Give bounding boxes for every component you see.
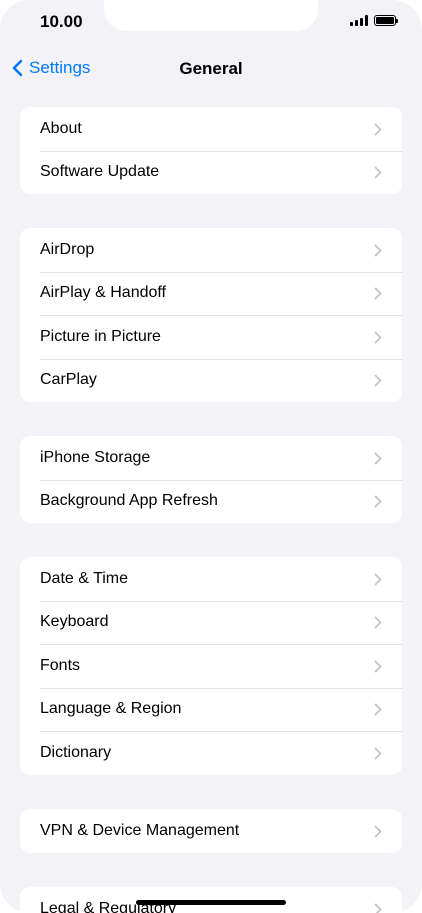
status-time: 10.00 bbox=[40, 12, 83, 31]
settings-row-label: CarPlay bbox=[40, 371, 97, 389]
settings-group: About Software Update bbox=[20, 107, 402, 194]
chevron-right-icon bbox=[374, 166, 382, 179]
chevron-right-icon bbox=[374, 331, 382, 344]
notch bbox=[104, 0, 318, 31]
settings-row[interactable]: Picture in Picture bbox=[20, 315, 402, 359]
settings-row[interactable]: Software Update bbox=[20, 150, 402, 195]
settings-row-label: About bbox=[40, 119, 82, 137]
settings-row-label: iPhone Storage bbox=[40, 448, 151, 466]
status-icons bbox=[350, 15, 398, 26]
settings-row[interactable]: About bbox=[20, 107, 402, 151]
settings-row[interactable]: Dictionary bbox=[20, 731, 402, 775]
settings-group: AirDrop AirPlay & Handoff Picture in Pictu… bbox=[20, 228, 402, 402]
chevron-right-icon bbox=[374, 825, 382, 838]
phone-screen: 10.00 Settings General About Software Upd… bbox=[0, 0, 422, 913]
chevron-right-icon bbox=[374, 287, 382, 300]
settings-group: Date & Time Keyboard Fonts Language & Regio… bbox=[20, 557, 402, 775]
chevron-right-icon bbox=[374, 573, 382, 586]
settings-row-label: VPN & Device Management bbox=[40, 821, 240, 839]
settings-row[interactable]: Language & Region bbox=[20, 687, 402, 732]
chevron-right-icon bbox=[374, 452, 382, 465]
settings-row-label: Background App Refresh bbox=[40, 492, 218, 510]
chevron-right-icon bbox=[374, 123, 382, 136]
settings-row-label: AirDrop bbox=[40, 240, 95, 258]
chevron-right-icon bbox=[374, 703, 382, 716]
settings-row-label: Picture in Picture bbox=[40, 327, 161, 345]
settings-row-label: Fonts bbox=[40, 656, 81, 674]
battery-icon bbox=[374, 15, 398, 26]
settings-row[interactable]: Date & Time bbox=[20, 557, 402, 601]
settings-row[interactable]: Background App Refresh bbox=[20, 479, 402, 524]
settings-row[interactable]: AirDrop bbox=[20, 228, 402, 272]
page-title: General bbox=[179, 59, 243, 78]
settings-row[interactable]: Fonts bbox=[20, 644, 402, 688]
chevron-right-icon bbox=[374, 616, 382, 629]
settings-row[interactable]: Keyboard bbox=[20, 600, 402, 645]
home-indicator bbox=[136, 900, 286, 905]
settings-row[interactable]: iPhone Storage bbox=[20, 436, 402, 480]
chevron-right-icon bbox=[374, 374, 382, 387]
settings-row-label: Language & Region bbox=[40, 700, 182, 718]
signal-icon bbox=[350, 15, 368, 26]
settings-row[interactable]: CarPlay bbox=[20, 358, 402, 403]
settings-row-label: AirPlay & Handoff bbox=[40, 284, 166, 302]
chevron-right-icon bbox=[374, 244, 382, 257]
settings-row-label: Dictionary bbox=[40, 743, 112, 761]
chevron-right-icon bbox=[374, 903, 382, 913]
settings-row-label: Date & Time bbox=[40, 569, 129, 587]
settings-row-label: Keyboard bbox=[40, 613, 109, 631]
settings-group: VPN & Device Management bbox=[20, 809, 402, 853]
chevron-right-icon bbox=[374, 747, 382, 760]
chevron-right-icon bbox=[374, 495, 382, 508]
settings-row[interactable]: VPN & Device Management bbox=[20, 809, 402, 853]
settings-row-label: Software Update bbox=[40, 163, 160, 181]
chevron-right-icon bbox=[374, 660, 382, 673]
settings-group: iPhone Storage Background App Refresh bbox=[20, 436, 402, 523]
navigation-bar: Settings General bbox=[0, 50, 422, 86]
settings-row[interactable]: AirPlay & Handoff bbox=[20, 271, 402, 316]
